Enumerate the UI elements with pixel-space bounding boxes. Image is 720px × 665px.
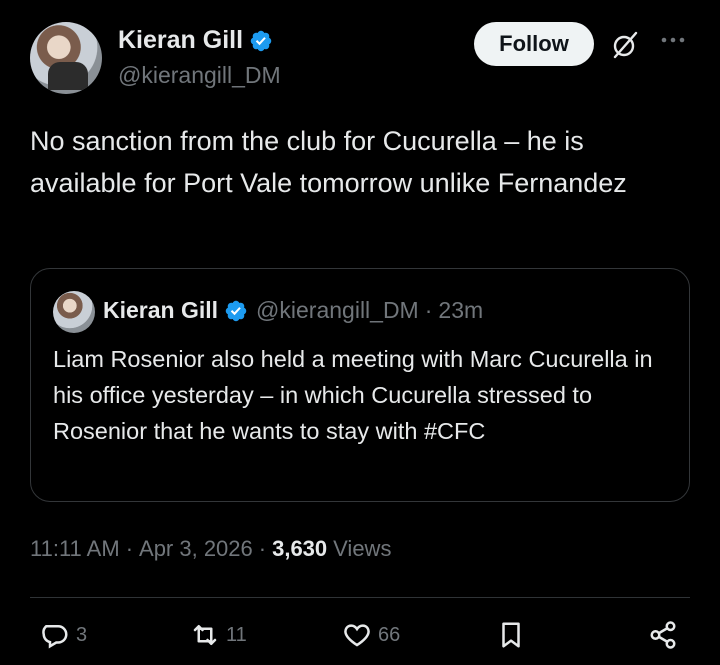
author-name-row: Kieran Gill bbox=[118, 26, 273, 55]
views-count: 3,630 bbox=[272, 536, 328, 561]
more-icon[interactable] bbox=[660, 32, 686, 48]
tweet-time[interactable]: 11:11 AM bbox=[30, 536, 120, 562]
quoted-author-handle: @kierangill_DM bbox=[256, 297, 419, 323]
like-count: 66 bbox=[378, 623, 401, 646]
repost-button[interactable]: 11 bbox=[190, 620, 247, 650]
tweet-text: No sanction from the club for Cucurella … bbox=[30, 126, 627, 198]
tweet-meta: 11:11 AM · Apr 3, 2026 · 3,630 Views bbox=[30, 536, 391, 562]
author-handle[interactable]: @kierangill_DM bbox=[118, 62, 281, 89]
repost-icon bbox=[193, 625, 217, 645]
like-button[interactable]: 66 bbox=[342, 620, 400, 650]
verified-badge-icon bbox=[225, 300, 247, 321]
bookmark-button[interactable] bbox=[496, 620, 526, 650]
author-avatar[interactable] bbox=[30, 22, 102, 94]
tweet-date[interactable]: Apr 3, 2026 bbox=[139, 536, 253, 562]
repost-count: 11 bbox=[226, 623, 247, 646]
share-icon bbox=[650, 621, 676, 649]
quoted-author-avatar bbox=[53, 291, 95, 333]
bookmark-icon bbox=[502, 622, 520, 648]
verified-badge-icon bbox=[250, 30, 272, 51]
like-icon bbox=[344, 624, 370, 647]
quoted-header: Kieran Gill @kierangill_DM · 23m bbox=[103, 297, 483, 324]
reply-button[interactable]: 3 bbox=[40, 620, 87, 650]
quoted-author-name: Kieran Gill bbox=[103, 297, 219, 323]
share-button[interactable] bbox=[648, 620, 678, 650]
views-label: Views bbox=[333, 536, 392, 561]
quoted-tweet-card[interactable]: Kieran Gill @kierangill_DM · 23m Liam Ro… bbox=[30, 268, 690, 502]
quoted-time: 23m bbox=[438, 297, 484, 323]
meta-separator: · bbox=[258, 536, 267, 561]
reply-icon bbox=[42, 625, 68, 649]
follow-button[interactable]: Follow bbox=[474, 22, 594, 66]
reply-count: 3 bbox=[76, 623, 88, 646]
quoted-text: Liam Rosenior also held a meeting with M… bbox=[53, 346, 653, 444]
meta-separator: · bbox=[125, 536, 134, 561]
divider bbox=[30, 597, 690, 598]
author-name[interactable]: Kieran Gill bbox=[118, 26, 243, 55]
grok-icon[interactable] bbox=[610, 30, 640, 60]
quoted-separator: · bbox=[424, 297, 433, 323]
